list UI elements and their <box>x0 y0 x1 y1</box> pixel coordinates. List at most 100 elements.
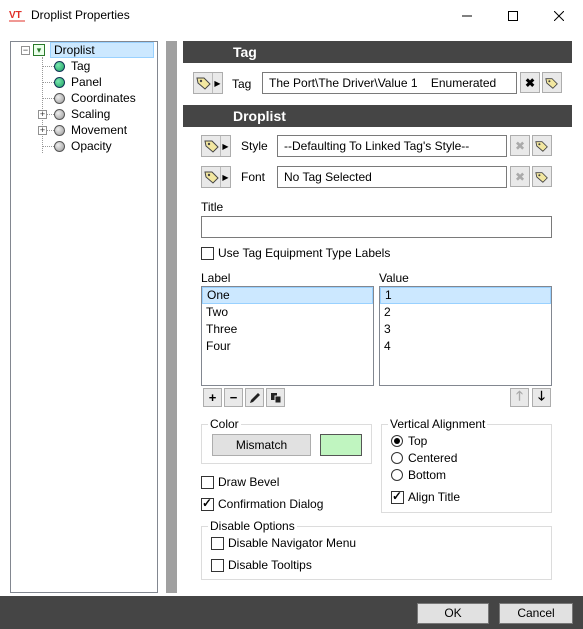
align-bottom-radio[interactable] <box>391 469 403 481</box>
splitter[interactable] <box>166 41 177 593</box>
list-item[interactable]: Four <box>202 338 373 355</box>
value-list[interactable]: 1 2 3 4 <box>379 286 552 386</box>
minimize-button[interactable] <box>444 0 490 32</box>
tag-icon <box>196 77 211 90</box>
list-item[interactable]: 2 <box>380 304 551 321</box>
title-label: Title <box>201 200 224 214</box>
copy-icon <box>270 392 281 403</box>
draw-bevel-checkbox[interactable] <box>201 476 214 489</box>
maximize-button[interactable] <box>490 0 536 32</box>
use-labels-checkbox[interactable] <box>201 247 214 260</box>
pencil-icon <box>249 392 260 403</box>
align-top-label: Top <box>408 434 428 448</box>
svg-text:VT: VT <box>9 10 22 21</box>
window-title: Droplist Properties <box>31 8 130 22</box>
tree-item-tag[interactable]: Tag <box>54 58 90 74</box>
list-item[interactable]: Two <box>202 304 373 321</box>
align-centered-radio[interactable] <box>391 452 403 464</box>
close-icon <box>554 11 564 21</box>
tag-edit-icon <box>535 171 548 183</box>
font-field[interactable]: No Tag Selected <box>277 166 507 188</box>
tree-item-label: Tag <box>71 59 91 73</box>
expand-icon[interactable]: + <box>38 109 47 119</box>
collapse-icon[interactable]: − <box>21 45 30 55</box>
dialog-footer <box>0 596 583 629</box>
clear-icon: ✖ <box>514 138 526 153</box>
font-label: Font <box>241 170 266 184</box>
disable-options-title: Disable Options <box>208 519 297 533</box>
style-tag-button[interactable]: ▶ <box>201 135 231 157</box>
tag-edit-icon <box>545 77 558 89</box>
tree-item-panel[interactable]: Panel <box>54 74 102 90</box>
droplist-section-header: Droplist <box>183 105 572 127</box>
tree-item-droplist[interactable]: − ▾ Droplist <box>21 42 154 58</box>
tree-item-label: Droplist <box>50 42 154 58</box>
tag-browse-button[interactable]: ▶ <box>193 72 223 94</box>
style-field[interactable]: --Defaulting To Linked Tag's Style-- <box>277 135 507 157</box>
color-swatch[interactable] <box>320 434 362 456</box>
status-green-icon <box>54 76 65 88</box>
clear-icon: ✖ <box>514 169 526 184</box>
tree-item-label: Coordinates <box>71 91 136 105</box>
app-logo-icon: VT <box>9 8 27 24</box>
plus-icon: + <box>208 390 217 405</box>
title-input[interactable] <box>201 216 552 238</box>
edit-item-button[interactable] <box>245 388 264 407</box>
disable-tooltips-checkbox[interactable] <box>211 559 224 572</box>
list-item[interactable]: 1 <box>380 287 551 304</box>
disable-tooltips-label: Disable Tooltips <box>228 558 312 572</box>
clear-style-button[interactable]: ✖ <box>510 135 530 156</box>
maximize-icon <box>508 11 518 21</box>
remove-item-button[interactable]: − <box>224 388 243 407</box>
clear-icon: ✖ <box>524 75 536 90</box>
clear-tag-button[interactable]: ✖ <box>520 72 540 93</box>
tree-item-label: Scaling <box>71 107 111 121</box>
move-up-button[interactable]: 🡑 <box>510 388 529 407</box>
mismatch-color-button[interactable]: Mismatch <box>212 434 311 456</box>
close-button[interactable] <box>536 0 582 32</box>
ok-button[interactable]: OK <box>417 603 489 624</box>
dropdown-arrow-icon: ▶ <box>220 136 230 156</box>
dropdown-arrow-icon: ▶ <box>220 167 230 187</box>
list-item[interactable]: 4 <box>380 338 551 355</box>
align-bottom-label: Bottom <box>408 468 447 482</box>
tag-label: Tag <box>232 77 252 91</box>
cancel-button[interactable]: Cancel <box>499 603 573 624</box>
clear-font-button[interactable]: ✖ <box>510 166 530 187</box>
tree-item-coordinates[interactable]: Coordinates <box>54 90 136 106</box>
arrow-up-icon: 🡑 <box>516 387 523 403</box>
properties-tree[interactable]: − ▾ Droplist Tag Panel Coordinates + Sca… <box>10 41 158 593</box>
list-item[interactable]: 3 <box>380 321 551 338</box>
tag-properties-button[interactable] <box>542 72 562 93</box>
move-down-button[interactable]: 🡓 <box>532 388 551 407</box>
font-properties-button[interactable] <box>532 166 552 187</box>
align-title-label: Align Title <box>408 490 461 504</box>
align-top-radio[interactable] <box>391 435 403 447</box>
disable-navigator-checkbox[interactable] <box>211 537 224 550</box>
tree-item-label: Panel <box>71 75 102 89</box>
draw-bevel-label: Draw Bevel <box>218 475 280 489</box>
add-item-button[interactable]: + <box>203 388 222 407</box>
list-item[interactable]: Three <box>202 321 373 338</box>
copy-items-button[interactable] <box>266 388 285 407</box>
tag-section-header: Tag <box>183 41 572 63</box>
style-properties-button[interactable] <box>532 135 552 156</box>
vertical-alignment-title: Vertical Alignment <box>388 417 488 431</box>
label-list[interactable]: One Two Three Four <box>201 286 374 386</box>
confirmation-dialog-checkbox[interactable] <box>201 496 214 511</box>
style-label: Style <box>241 139 268 153</box>
disable-navigator-label: Disable Navigator Menu <box>228 536 357 550</box>
tag-field[interactable]: The Port\The Driver\Value 1 Enumerated <box>262 72 517 94</box>
tree-item-opacity[interactable]: Opacity <box>54 138 112 154</box>
font-tag-button[interactable]: ▶ <box>201 166 231 188</box>
align-title-checkbox[interactable] <box>391 489 404 504</box>
expand-icon[interactable]: + <box>38 125 47 135</box>
tree-item-movement[interactable]: + Movement <box>38 122 127 138</box>
arrow-down-icon: 🡓 <box>538 387 545 403</box>
tree-item-scaling[interactable]: + Scaling <box>38 106 110 122</box>
list-item[interactable]: One <box>202 287 373 304</box>
label-column-header: Label <box>201 271 231 285</box>
confirmation-dialog-label: Confirmation Dialog <box>218 497 324 511</box>
tree-item-label: Opacity <box>71 139 112 153</box>
tag-icon <box>204 140 219 153</box>
